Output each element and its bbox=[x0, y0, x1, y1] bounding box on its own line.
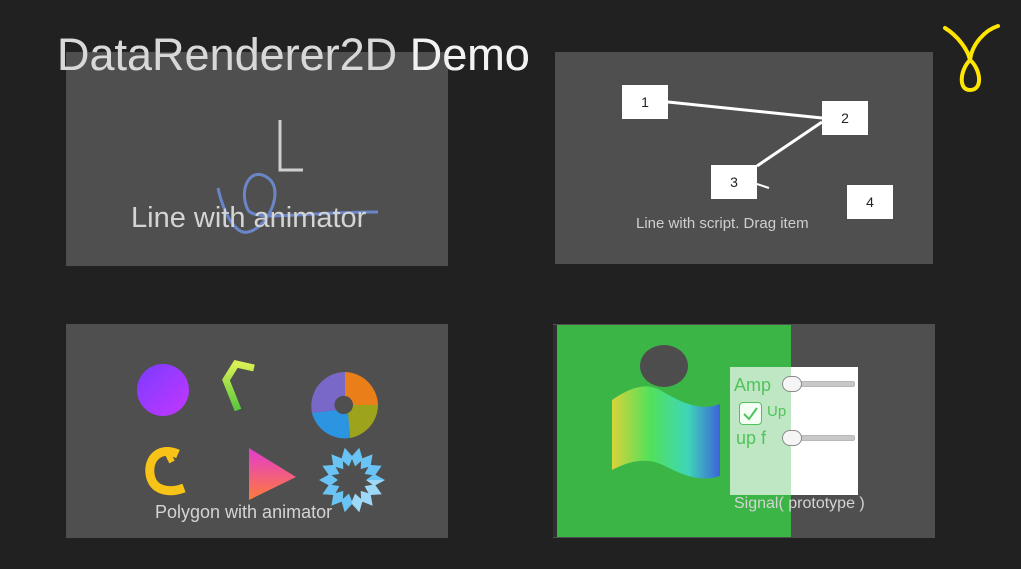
amp-slider-handle[interactable] bbox=[782, 376, 802, 392]
title-part-2-overlay: Demo bbox=[409, 29, 530, 80]
up-checkbox[interactable] bbox=[739, 402, 762, 425]
signal-head-circle bbox=[640, 345, 688, 387]
drag-node-1[interactable]: 1 bbox=[622, 85, 668, 119]
line-script-label: Line with script. Drag item bbox=[636, 215, 809, 232]
line-script-panel bbox=[555, 52, 933, 264]
title-part-1-overlay: DataRenderer2D bbox=[57, 29, 398, 80]
up-label: Up bbox=[767, 403, 787, 420]
signal-divider bbox=[553, 325, 557, 537]
signal-label: Signal( prototype ) bbox=[734, 495, 865, 512]
drag-node-4[interactable]: 4 bbox=[847, 185, 893, 219]
check-icon bbox=[743, 407, 758, 421]
page-title-overlay: DataRenderer2D Demo bbox=[57, 32, 530, 77]
up-f-label: up f bbox=[736, 428, 767, 448]
drag-node-3[interactable]: 3 bbox=[711, 165, 757, 199]
polygon-animator-label: Polygon with animator bbox=[155, 502, 333, 522]
amp-label: Amp bbox=[734, 375, 772, 395]
up-f-slider-handle[interactable] bbox=[782, 430, 802, 446]
yellow-loop-icon bbox=[943, 24, 1000, 93]
drag-node-2[interactable]: 2 bbox=[822, 101, 868, 135]
line-animator-label: Line with animator bbox=[131, 202, 367, 234]
